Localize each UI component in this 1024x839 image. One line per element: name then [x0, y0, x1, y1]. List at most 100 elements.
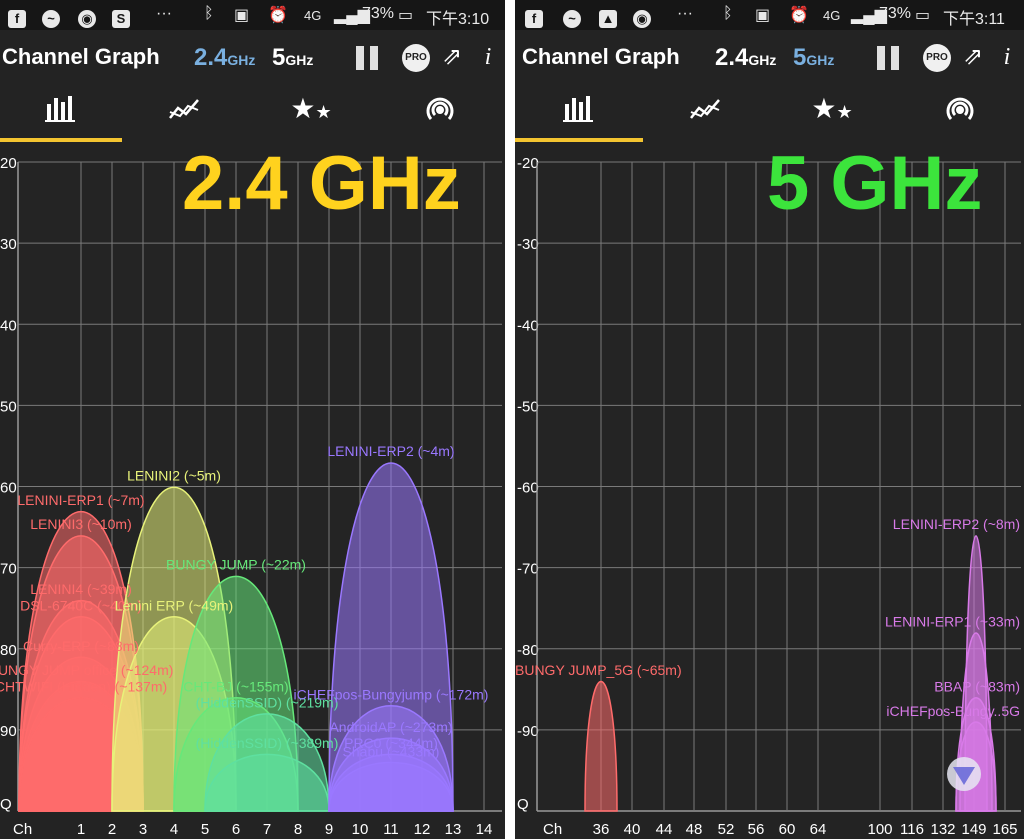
pause-icon[interactable]: [877, 46, 901, 70]
battery-icon: ▭: [398, 7, 414, 24]
watermark-logo-icon: [947, 757, 981, 791]
x-tick-label: 100: [867, 821, 892, 838]
more-dots-icon: ···: [677, 5, 693, 22]
x-tick-label: 8: [294, 821, 302, 838]
app-toolbar: Channel Graph 2.4GHz 5GHz PRO ⇗ i: [515, 30, 1024, 84]
app-title: Channel Graph: [2, 44, 160, 69]
network-label: Shabu (~433m): [343, 743, 440, 759]
clock-time: 下午3:10: [426, 11, 490, 28]
network-label: iCHEFpos-Bungy..5G: [886, 703, 1020, 719]
right-phone-screen: f ~ ▲ ◉ ··· ᛒ ▣ ⏰ 4G ▂▄▆ 73% ▭ 下午3:11 Ch…: [515, 0, 1024, 839]
x-tick-label: 1: [77, 821, 85, 838]
info-icon[interactable]: i: [472, 42, 504, 72]
y-tick-label: -70: [517, 561, 539, 578]
bar-chart-tab-icon[interactable]: [515, 84, 643, 142]
x-tick-label: 48: [686, 821, 703, 838]
bluetooth-icon: ᛒ: [204, 5, 214, 22]
x-tick-label: Ch: [13, 821, 32, 838]
pause-icon[interactable]: [356, 46, 380, 70]
x-tick-label: 4: [170, 821, 178, 838]
share-icon[interactable]: ⇗: [957, 42, 989, 72]
network-label: iCHEFpos-Bungyjump (~172m): [294, 687, 489, 703]
x-tick-label: 5: [201, 821, 209, 838]
band-5-toggle[interactable]: 5GHz: [793, 44, 834, 72]
x-tick-label: 44: [656, 821, 673, 838]
network-label: AndroidAP (~273m): [329, 719, 452, 735]
left-phone-screen: f ~ ◉ S ··· ᛒ ▣ ⏰ 4G ▂▄▆ 73% ▭ 下午3:10 Ch…: [0, 0, 505, 839]
x-tick-label: 2: [108, 821, 116, 838]
x-tick-label: 12: [414, 821, 431, 838]
network-label: CHT-BJ (~155m): [183, 678, 288, 694]
y-tick-label: -50: [517, 398, 539, 415]
y-tick-label: 90: [0, 723, 17, 740]
channel-graph-5: -20 -30 -40 -50 -60 -70 -80 -90 Q Ch 36 40 44 48 52 56 6…: [515, 155, 1021, 838]
network-label: Curry-ERP (~88m): [23, 638, 139, 654]
network-type: 4G: [304, 8, 322, 23]
x-tick-label: 116: [900, 821, 924, 838]
network-label: BUNGY JUMP office (~124m): [0, 662, 173, 678]
network-label: LENINI-ERP1 (~33m): [885, 614, 1020, 630]
x-tick-label: 9: [325, 821, 333, 838]
battery-percent: 73%: [879, 5, 912, 22]
access-point-tab-icon[interactable]: [895, 84, 1024, 142]
app-toolbar: Channel Graph 2.4GHz 5GHz PRO ⇗ i: [0, 30, 505, 84]
network-label: LENINI4 (~39m): [30, 581, 132, 597]
x-tick-label: Ch: [543, 821, 562, 838]
network-label: LENINI2 (~5m): [127, 468, 221, 484]
x-tick-label: 40: [624, 821, 641, 838]
time-graph-tab-icon[interactable]: [122, 84, 248, 142]
x-tick-label: 11: [383, 821, 399, 838]
more-dots-icon: ···: [156, 5, 172, 22]
band-5-toggle[interactable]: 5GHz: [272, 44, 313, 72]
pro-badge-icon[interactable]: PRO: [923, 44, 951, 72]
x-tick-label: 36: [593, 821, 610, 838]
status-bar: f ~ ▲ ◉ ··· ᛒ ▣ ⏰ 4G ▂▄▆ 73% ▭ 下午3:11: [515, 0, 1024, 30]
battery-icon: ▭: [915, 7, 931, 24]
pro-badge-icon[interactable]: PRO: [402, 44, 430, 72]
y-tick-label: Q: [517, 796, 529, 813]
info-icon[interactable]: i: [991, 42, 1023, 72]
network-label: LENINI-ERP2 (~8m): [893, 516, 1020, 532]
channel-graph-24: 2030405060708090QCh 1 2 3 4 5 6 7 8 9 10 11 12 13 14LE…: [0, 155, 502, 838]
tab-bar: ★★: [0, 84, 505, 142]
bar-chart-tab-icon[interactable]: [0, 84, 122, 142]
network-type: 4G: [823, 8, 841, 23]
network-label: CHTWIFI (Hidden) (~137m): [0, 678, 167, 694]
vibrate-icon: ▣: [234, 7, 250, 24]
share-icon[interactable]: ⇗: [436, 42, 468, 72]
rating-tab-icon[interactable]: ★★: [248, 84, 374, 142]
status-bar: f ~ ◉ S ··· ᛒ ▣ ⏰ 4G ▂▄▆ 73% ▭ 下午3:10: [0, 0, 505, 30]
y-tick-label: -90: [517, 723, 539, 740]
band-24-toggle[interactable]: 2.4GHz: [194, 44, 255, 72]
time-graph-tab-icon[interactable]: [643, 84, 769, 142]
x-tick-label: 149: [961, 821, 986, 838]
band-overlay-label: 2.4 GHz: [182, 141, 461, 226]
y-tick-label: -80: [517, 642, 539, 659]
vibrate-icon: ▣: [755, 7, 771, 24]
x-tick-label: 14: [476, 821, 493, 838]
y-tick-label: 30: [0, 236, 17, 253]
bluetooth-icon: ᛒ: [723, 5, 733, 22]
access-point-tab-icon[interactable]: [374, 84, 505, 142]
x-tick-label: 64: [810, 821, 827, 838]
network-label: LENINI-ERP1 (~7m): [17, 492, 144, 508]
band-24-toggle[interactable]: 2.4GHz: [715, 44, 776, 72]
x-tick-label: 165: [992, 821, 1017, 838]
x-tick-label: 10: [352, 821, 369, 838]
alarm-icon: ⏰: [268, 7, 288, 24]
y-tick-label: 80: [0, 642, 17, 659]
y-tick-label: 70: [0, 561, 17, 578]
clock-time: 下午3:11: [943, 11, 1005, 28]
network-label: BBAP (~83m): [934, 678, 1020, 694]
y-tick-label: -30: [517, 236, 539, 253]
network-label: LENINI3 (~10m): [30, 516, 132, 532]
x-tick-label: 7: [263, 821, 271, 838]
y-tick-label: 40: [0, 317, 17, 334]
x-tick-label: 6: [232, 821, 240, 838]
y-tick-label: 60: [0, 480, 17, 497]
rating-tab-icon[interactable]: ★★: [769, 84, 895, 142]
network-label: LENINI-ERP2 (~4m): [327, 443, 454, 459]
network-label: (HiddenSSID) (~389m): [196, 735, 339, 751]
x-tick-label: 52: [718, 821, 735, 838]
y-tick-label: 20: [0, 155, 17, 172]
